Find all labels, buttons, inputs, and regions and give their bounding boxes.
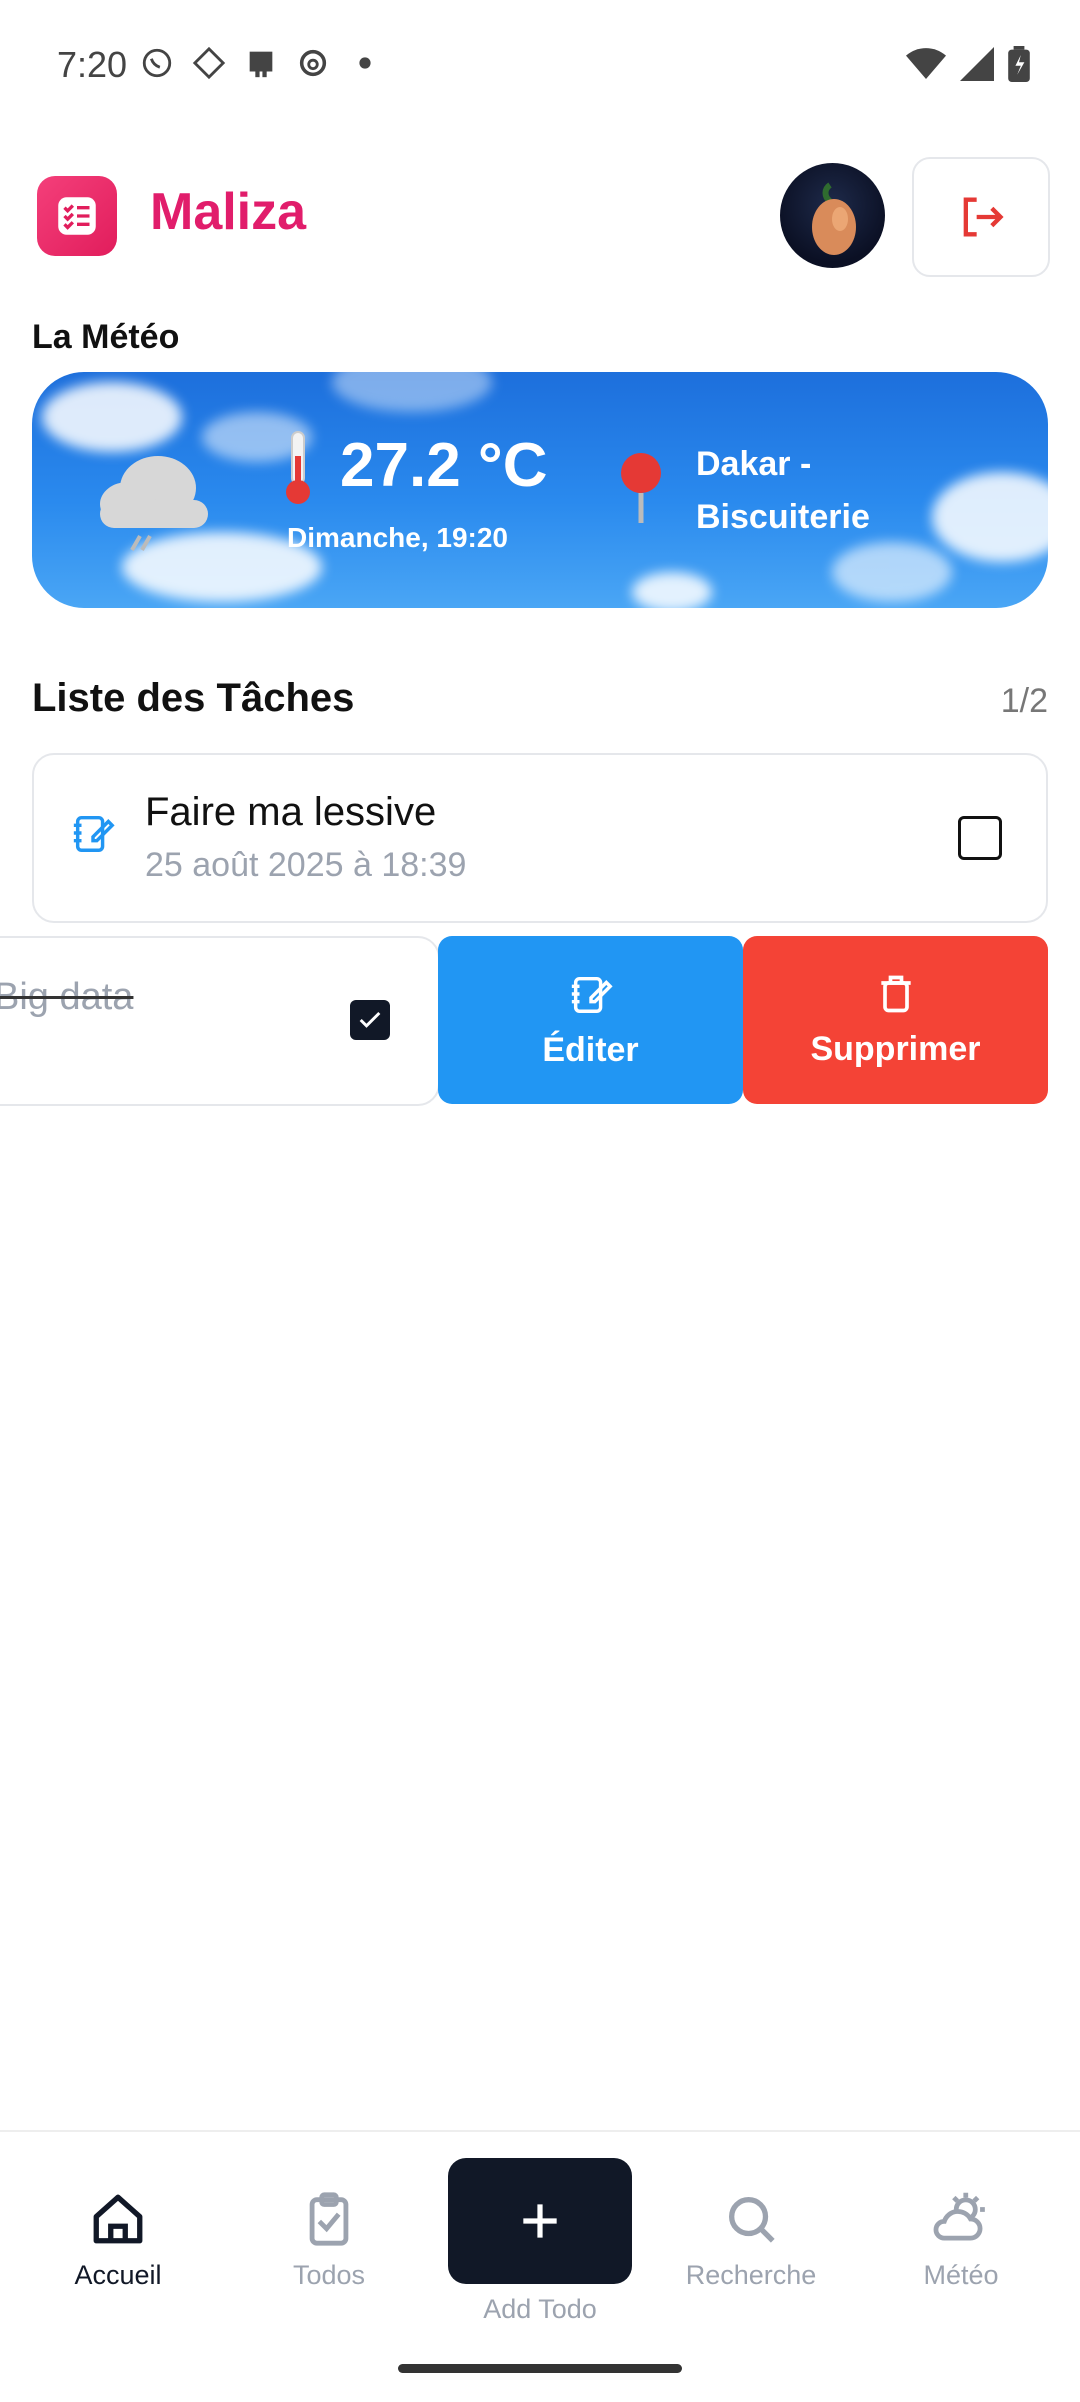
clipboard-check-icon: [309, 2192, 349, 2246]
system-icons: [906, 46, 1030, 87]
edit-note-icon: [70, 810, 116, 861]
nav-item-todos[interactable]: Todos: [244, 2190, 414, 2291]
plus-icon: [523, 2204, 557, 2238]
app-title: Maliza: [150, 183, 307, 241]
task-checkbox-checked[interactable]: [350, 1000, 390, 1040]
nav-label: Accueil: [74, 2260, 162, 2290]
tasks-count: 1/2: [1000, 682, 1048, 720]
task-date: 25 août 2025 à 18:39: [145, 846, 467, 884]
trash-icon: [880, 975, 911, 1012]
app-icon: [244, 46, 278, 80]
tasks-section-title: Liste des Tâches: [32, 676, 355, 720]
add-todo-label: Add Todo: [483, 2294, 597, 2324]
wifi-icon: [906, 47, 946, 86]
nav-label: Recherche: [685, 2260, 817, 2290]
signal-icon: [960, 47, 994, 86]
task-checkbox[interactable]: [958, 816, 1002, 860]
edit-task-button[interactable]: Éditer: [438, 936, 743, 1104]
mango-avatar-icon: [812, 182, 856, 255]
weather-location: Dakar - Biscuiterie: [696, 445, 870, 536]
location-pin-icon: [616, 450, 666, 531]
weather-date-time: Dimanche, 19:20: [287, 522, 508, 553]
nav-item-recherche[interactable]: Recherche: [666, 2190, 836, 2291]
weather-temperature: 27.2 °C: [340, 431, 548, 500]
dot-icon: [348, 46, 382, 80]
home-indicator: [398, 2364, 682, 2373]
checklist-icon: [58, 197, 96, 235]
logout-button[interactable]: [912, 157, 1050, 277]
thermometer-icon: [280, 428, 316, 513]
battery-icon: [1008, 46, 1030, 87]
nav-label: Météo: [923, 2260, 999, 2290]
status-bar: 7:20: [0, 0, 1080, 130]
nav-label: Todos: [292, 2260, 366, 2290]
delete-label: Supprimer: [810, 1029, 981, 1068]
logout-icon: [963, 197, 1004, 237]
search-icon: [729, 2197, 775, 2243]
whatsapp-icon: [140, 46, 174, 80]
status-time: 7:20: [57, 44, 128, 85]
app-icon: [192, 46, 226, 80]
weather-icon: [933, 2192, 985, 2241]
check-icon: [359, 1011, 381, 1028]
app-logo: [37, 176, 117, 256]
delete-task-button[interactable]: Supprimer: [743, 936, 1048, 1104]
edit-note-icon: [571, 976, 613, 1013]
nav-item-meteo[interactable]: Météo: [876, 2190, 1046, 2291]
home-icon: [93, 2194, 143, 2244]
add-todo-button[interactable]: [448, 2158, 632, 2284]
rain-cloud-icon: [88, 448, 218, 563]
threads-icon: [296, 46, 330, 80]
task-title: Big data: [0, 976, 134, 1018]
weather-section-title: La Météo: [32, 318, 180, 356]
notification-icons: [140, 46, 382, 80]
task-title: Faire ma lessive: [145, 790, 437, 834]
task-card[interactable]: [32, 753, 1048, 923]
edit-label: Éditer: [542, 1030, 639, 1069]
nav-item-accueil[interactable]: Accueil: [33, 2190, 203, 2291]
avatar[interactable]: [780, 163, 885, 268]
